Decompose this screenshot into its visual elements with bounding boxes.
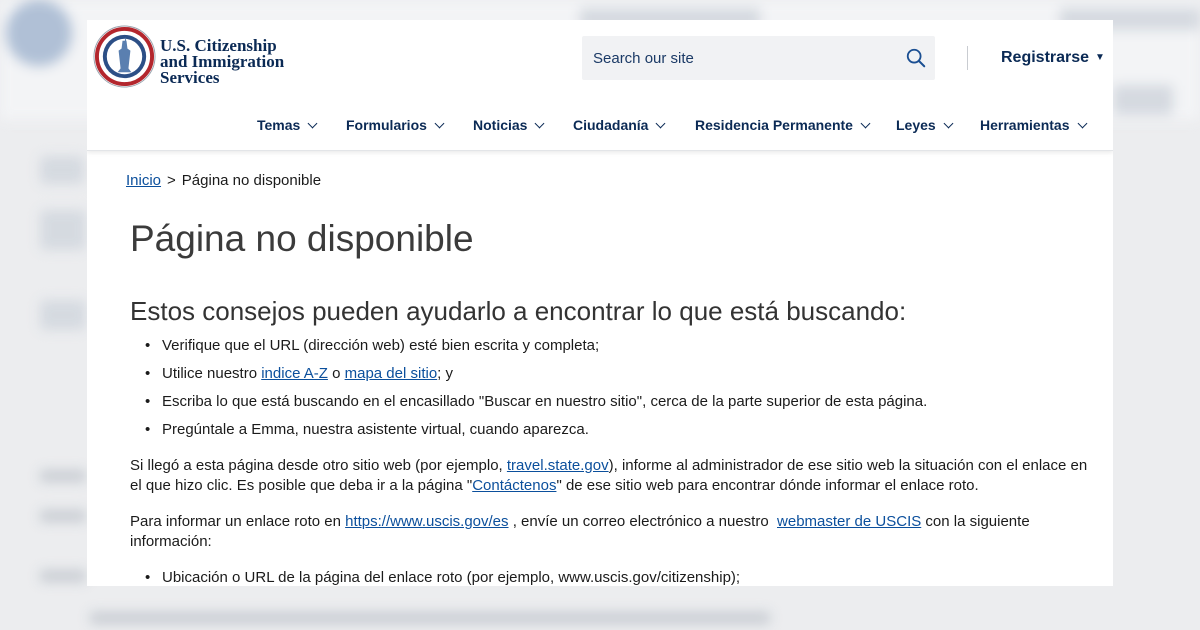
nav-formularios[interactable]: Formularios bbox=[346, 117, 445, 133]
report-paragraph: Para informar un enlace roto en https://… bbox=[130, 513, 1030, 550]
caret-down-icon: ▼ bbox=[1095, 52, 1105, 63]
tips-heading: Estos consejos pueden ayudarlo a encontr… bbox=[130, 296, 907, 326]
chevron-down-icon bbox=[434, 118, 445, 129]
breadcrumb-separator: > bbox=[167, 172, 176, 189]
dhs-seal-icon[interactable] bbox=[93, 25, 156, 88]
travel-state-link[interactable]: travel.state.gov bbox=[507, 457, 609, 474]
search-input[interactable] bbox=[593, 48, 893, 68]
page-card: U.S. Citizenship and Immigration Service… bbox=[87, 20, 1113, 586]
info-list: Ubicación o URL de la página del enlace … bbox=[145, 569, 740, 586]
main-nav: Temas Formularios Noticias Ciudadanía Re… bbox=[87, 117, 1113, 139]
register-label: Registrarse bbox=[1001, 49, 1090, 66]
list-item: Verifique que el URL (dirección web) est… bbox=[145, 337, 927, 365]
referrer-paragraph: Si llegó a esta página desde otro sitio … bbox=[130, 457, 1088, 494]
breadcrumb-home-link[interactable]: Inicio bbox=[126, 172, 161, 189]
breadcrumb: Inicio > Página no disponible bbox=[126, 172, 1096, 189]
brand-line-3: Services bbox=[160, 68, 220, 87]
chevron-down-icon bbox=[1077, 118, 1087, 129]
uscis-es-link[interactable]: https://www.uscis.gov/es bbox=[345, 513, 508, 530]
agency-name[interactable]: U.S. Citizenship and Immigration Service… bbox=[160, 37, 284, 87]
sitemap-link[interactable]: mapa del sitio bbox=[345, 365, 438, 382]
header-divider bbox=[967, 46, 968, 70]
site-header: U.S. Citizenship and Immigration Service… bbox=[87, 20, 1113, 151]
list-item: Pregúntale a Emma, nuestra asistente vir… bbox=[145, 421, 927, 449]
search-box bbox=[582, 36, 935, 80]
chevron-down-icon bbox=[535, 118, 545, 129]
nav-residencia-permanente[interactable]: Residencia Permanente bbox=[695, 117, 871, 133]
list-item: Utilice nuestro indice A-Z o mapa del si… bbox=[145, 365, 927, 393]
nav-herramientas[interactable]: Herramientas bbox=[980, 117, 1087, 133]
nav-noticias[interactable]: Noticias bbox=[473, 117, 545, 133]
nav-leyes[interactable]: Leyes bbox=[896, 117, 954, 133]
contact-link[interactable]: Contáctenos bbox=[472, 477, 556, 494]
tips-list: Verifique que el URL (dirección web) est… bbox=[145, 337, 927, 449]
webmaster-link[interactable]: webmaster de USCIS bbox=[777, 513, 921, 530]
breadcrumb-current: Página no disponible bbox=[181, 172, 322, 189]
list-item: Escriba lo que está buscando en el encas… bbox=[145, 393, 927, 421]
page-title: Página no disponible bbox=[130, 218, 474, 259]
main-content: Inicio > Página no disponible Página no di… bbox=[126, 172, 1096, 586]
chevron-down-icon bbox=[656, 118, 666, 129]
register-menu[interactable]: Registrarse ▼ bbox=[1001, 49, 1105, 67]
nav-ciudadania[interactable]: Ciudadanía bbox=[573, 117, 666, 133]
az-index-link[interactable]: indice A-Z bbox=[261, 365, 328, 382]
chevron-down-icon bbox=[860, 118, 871, 129]
chevron-down-icon bbox=[943, 118, 954, 129]
list-item: Ubicación o URL de la página del enlace … bbox=[145, 569, 740, 586]
nav-temas[interactable]: Temas bbox=[257, 117, 318, 133]
chevron-down-icon bbox=[307, 118, 318, 129]
search-icon[interactable] bbox=[905, 47, 927, 69]
